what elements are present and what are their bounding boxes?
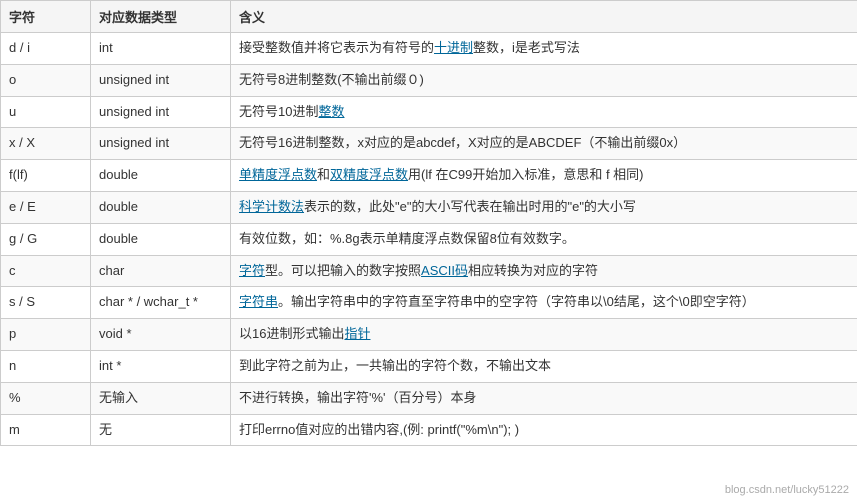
cell-type: unsigned int	[91, 128, 231, 160]
table-row: e / Edouble科学计数法表示的数，此处"e"的大小写代表在输出时用的"e…	[1, 191, 857, 223]
cell-meaning: 科学计数法表示的数，此处"e"的大小写代表在输出时用的"e"的大小写	[231, 191, 857, 223]
meaning-text: 用(lf 在C99开始加入标准，意思和 f 相同)	[408, 167, 643, 182]
cell-type: 无输入	[91, 382, 231, 414]
table-row: pvoid *以16进制形式输出指针	[1, 319, 857, 351]
watermark: blog.csdn.net/lucky51222	[725, 484, 849, 496]
cell-type: char * / wchar_t *	[91, 287, 231, 319]
meaning-link[interactable]: 字符	[239, 263, 265, 278]
cell-type: double	[91, 223, 231, 255]
meaning-link[interactable]: 科学计数法	[239, 199, 304, 214]
table-row: x / Xunsigned int 无符号16进制整数，x对应的是abcdef，X…	[1, 128, 857, 160]
meaning-text: 表示的数，此处"e"的大小写代表在输出时用的"e"的大小写	[304, 199, 636, 214]
meaning-text: 以16进制形式输出	[239, 326, 344, 341]
meaning-text: 有效位数，如：%.8g表示单精度浮点数保留8位有效数字。	[239, 231, 575, 246]
cell-char: m	[1, 414, 91, 446]
cell-meaning: 无符号16进制整数，x对应的是abcdef，X对应的是ABCDEF（不输出前缀0…	[231, 128, 857, 160]
cell-type: unsigned int	[91, 64, 231, 96]
cell-meaning: 无符号8进制整数(不输出前缀０)	[231, 64, 857, 96]
meaning-link[interactable]: 十进制	[434, 40, 473, 55]
cell-char: s / S	[1, 287, 91, 319]
table-row: uunsigned int无符号10进制整数	[1, 96, 857, 128]
cell-meaning: 以16进制形式输出指针	[231, 319, 857, 351]
meaning-text: 无符号16进制整数，x对应的是abcdef，X对应的是ABCDEF（不输出前缀0…	[239, 135, 686, 150]
cell-char: o	[1, 64, 91, 96]
table-row: s / Schar * / wchar_t *字符串。输出字符串中的字符直至字符…	[1, 287, 857, 319]
cell-meaning: 字符型。可以把输入的数字按照ASCII码相应转换为对应的字符	[231, 255, 857, 287]
meaning-text: 整数，i是老式写法	[473, 40, 580, 55]
cell-char: x / X	[1, 128, 91, 160]
cell-char: f(lf)	[1, 160, 91, 192]
table-row: d / iint接受整数值并将它表示为有符号的十进制整数，i是老式写法	[1, 33, 857, 65]
cell-type: unsigned int	[91, 96, 231, 128]
cell-type: char	[91, 255, 231, 287]
cell-meaning: 有效位数，如：%.8g表示单精度浮点数保留8位有效数字。	[231, 223, 857, 255]
table-row: nint * 到此字符之前为止，一共输出的字符个数，不输出文本	[1, 350, 857, 382]
cell-meaning: 打印errno值对应的出错内容,(例: printf("%m\n"); )	[231, 414, 857, 446]
meaning-text: 无符号8进制整数(不输出前缀０)	[239, 72, 424, 87]
cell-char: g / G	[1, 223, 91, 255]
cell-type: double	[91, 191, 231, 223]
table-row: g / Gdouble 有效位数，如：%.8g表示单精度浮点数保留8位有效数字。	[1, 223, 857, 255]
meaning-text: 不进行转换，输出字符'%'（百分号）本身	[239, 390, 477, 405]
cell-type: void *	[91, 319, 231, 351]
cell-char: n	[1, 350, 91, 382]
meaning-text: 和	[317, 167, 330, 182]
header-meaning: 含义	[231, 1, 857, 33]
cell-char: %	[1, 382, 91, 414]
cell-char: e / E	[1, 191, 91, 223]
meaning-link[interactable]: 指针	[344, 326, 370, 341]
cell-meaning: 接受整数值并将它表示为有符号的十进制整数，i是老式写法	[231, 33, 857, 65]
meaning-text: 无符号10进制	[239, 104, 318, 119]
table-row: %无输入不进行转换，输出字符'%'（百分号）本身	[1, 382, 857, 414]
table-row: cchar字符型。可以把输入的数字按照ASCII码相应转换为对应的字符	[1, 255, 857, 287]
meaning-text: 相应转换为对应的字符	[468, 263, 598, 278]
cell-char: p	[1, 319, 91, 351]
cell-char: c	[1, 255, 91, 287]
cell-meaning: 到此字符之前为止，一共输出的字符个数，不输出文本	[231, 350, 857, 382]
cell-meaning: 无符号10进制整数	[231, 96, 857, 128]
cell-type: int *	[91, 350, 231, 382]
cell-type: 无	[91, 414, 231, 446]
meaning-text: 接受整数值并将它表示为有符号的	[239, 40, 434, 55]
table-row: f(lf)double单精度浮点数和双精度浮点数用(lf 在C99开始加入标准，…	[1, 160, 857, 192]
meaning-link[interactable]: 单精度浮点数	[239, 167, 317, 182]
cell-meaning: 字符串。输出字符串中的字符直至字符串中的空字符（字符串以\0结尾，这个\0即空字…	[231, 287, 857, 319]
meaning-text: 型。可以把输入的数字按照	[265, 263, 421, 278]
cell-char: d / i	[1, 33, 91, 65]
meaning-link[interactable]: 整数	[318, 104, 344, 119]
meaning-link[interactable]: ASCII码	[421, 263, 468, 278]
table-row: m无打印errno值对应的出错内容,(例: printf("%m\n"); )	[1, 414, 857, 446]
meaning-text: 打印errno值对应的出错内容,(例: printf("%m\n"); )	[239, 422, 519, 437]
table-row: ounsigned int 无符号8进制整数(不输出前缀０)	[1, 64, 857, 96]
cell-meaning: 不进行转换，输出字符'%'（百分号）本身	[231, 382, 857, 414]
meaning-text: 。输出字符串中的字符直至字符串中的空字符（字符串以\0结尾，这个\0即空字符）	[278, 294, 755, 309]
cell-char: u	[1, 96, 91, 128]
cell-type: int	[91, 33, 231, 65]
meaning-link[interactable]: 双精度浮点数	[330, 167, 408, 182]
meaning-text: 到此字符之前为止，一共输出的字符个数，不输出文本	[239, 358, 551, 373]
header-char: 字符	[1, 1, 91, 33]
cell-meaning: 单精度浮点数和双精度浮点数用(lf 在C99开始加入标准，意思和 f 相同)	[231, 160, 857, 192]
meaning-link[interactable]: 字符串	[239, 294, 278, 309]
header-type: 对应数据类型	[91, 1, 231, 33]
cell-type: double	[91, 160, 231, 192]
